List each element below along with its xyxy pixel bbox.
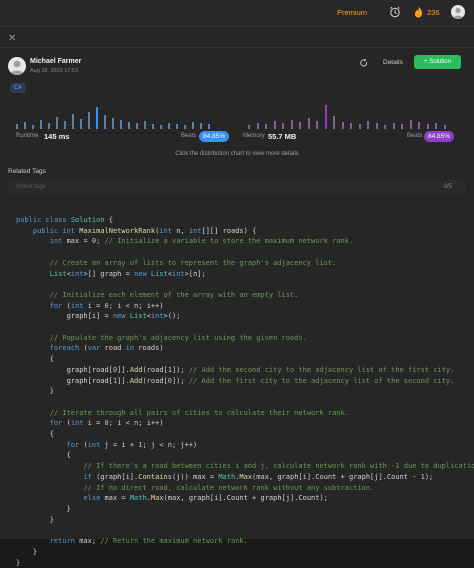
runtime-distribution-bar[interactable]: [168, 123, 170, 129]
tag-selector[interactable]: Select tags 0/5: [8, 180, 466, 194]
code-block: public class Solution { public int Maxim…: [16, 216, 474, 567]
memory-label: Memory: [243, 133, 265, 139]
memory-distribution-bar[interactable]: [401, 124, 403, 129]
memory-distribution-bar[interactable]: [299, 122, 301, 129]
memory-distribution-bar[interactable]: [358, 124, 361, 129]
memory-distribution-bar[interactable]: [273, 121, 276, 129]
runtime-distribution-bar[interactable]: [96, 107, 98, 129]
runtime-distribution-bar[interactable]: [192, 122, 194, 129]
runtime-distribution-bar[interactable]: [208, 124, 210, 129]
memory-distribution-bar[interactable]: [307, 118, 310, 129]
memory-distribution-bar[interactable]: [256, 123, 259, 129]
user-avatar[interactable]: [451, 5, 465, 19]
runtime-distribution-bar[interactable]: [64, 121, 66, 129]
runtime-beats-badge: 84.85%: [199, 131, 230, 142]
runtime-distribution-bar[interactable]: [88, 112, 90, 129]
distribution-chart[interactable]: [16, 105, 456, 129]
memory-distribution-bar[interactable]: [333, 116, 335, 129]
runtime-distribution-bar[interactable]: [128, 122, 130, 129]
runtime-distribution-bar[interactable]: [16, 124, 18, 129]
memory-distribution-bar[interactable]: [341, 122, 344, 129]
runtime-distribution-bar[interactable]: [32, 125, 34, 129]
runtime-distribution-bar[interactable]: [72, 114, 74, 129]
tag-count: 0/5: [443, 184, 452, 190]
solution-panel: ✕ Michael Farmer Aug 18, 2023 17:53 Deta…: [0, 27, 474, 567]
runtime-distribution-bar[interactable]: [160, 125, 162, 129]
memory-distribution-bar[interactable]: [282, 123, 284, 129]
alarm-clock-icon[interactable]: [389, 6, 401, 18]
runtime-distribution-bar[interactable]: [40, 120, 42, 129]
runtime-distribution-bar[interactable]: [80, 119, 82, 129]
runtime-distribution-bar[interactable]: [48, 123, 50, 129]
runtime-distribution-bar[interactable]: [24, 122, 26, 129]
memory-beats-badge: 84.85%: [424, 131, 455, 142]
share-icon[interactable]: [360, 59, 368, 67]
runtime-distribution-bar[interactable]: [144, 121, 146, 129]
memory-distribution-bar[interactable]: [426, 124, 429, 129]
runtime-distribution-bar[interactable]: [176, 124, 178, 129]
memory-distribution-bar[interactable]: [435, 123, 437, 129]
streak-count: 236: [427, 8, 440, 17]
runtime-distribution-bar[interactable]: [136, 123, 138, 129]
details-button[interactable]: Details: [383, 59, 403, 66]
runtime-distribution-bar[interactable]: [152, 124, 154, 129]
memory-value: 55.7 MB: [268, 132, 297, 141]
runtime-value: 145 ms: [44, 132, 70, 141]
memory-distribution-bar[interactable]: [384, 125, 386, 129]
distribution-hint: Click the distribution chart to view mor…: [175, 151, 299, 157]
runtime-beats-label: Beats: [181, 133, 197, 139]
header-divider: [0, 47, 474, 48]
memory-distribution-bar[interactable]: [375, 123, 378, 129]
runtime-distribution-bar[interactable]: [200, 123, 202, 129]
tag-placeholder: Select tags: [16, 184, 46, 190]
language-tag[interactable]: C#: [10, 83, 26, 93]
memory-distribution-bar[interactable]: [367, 121, 369, 129]
author-name[interactable]: Michael Farmer: [30, 58, 81, 65]
memory-distribution-bar[interactable]: [443, 125, 446, 129]
memory-distribution-bar[interactable]: [418, 122, 420, 129]
related-tags-title: Related Tags: [8, 168, 46, 175]
author-avatar[interactable]: [8, 57, 26, 75]
memory-distribution-bar[interactable]: [350, 123, 352, 129]
memory-distribution-bar[interactable]: [290, 120, 293, 129]
runtime-distribution-bar[interactable]: [184, 125, 186, 129]
close-icon[interactable]: ✕: [8, 33, 16, 44]
runtime-distribution-bar[interactable]: [120, 120, 122, 129]
runtime-distribution-bar[interactable]: [56, 117, 58, 129]
post-date: Aug 18, 2023 17:53: [30, 68, 79, 74]
fire-icon: [415, 6, 423, 18]
premium-link[interactable]: Premium: [337, 8, 367, 17]
memory-beats-label: Beats: [407, 133, 423, 139]
runtime-distribution-bar[interactable]: [112, 118, 114, 129]
memory-distribution-bar[interactable]: [248, 125, 250, 129]
memory-distribution-bar[interactable]: [265, 124, 267, 129]
memory-distribution-bar[interactable]: [324, 105, 327, 129]
runtime-label: Runtime: [16, 133, 39, 139]
memory-distribution-bar[interactable]: [316, 121, 318, 129]
top-bar: Premium 236: [0, 0, 474, 27]
memory-distribution-bar[interactable]: [392, 123, 395, 129]
add-solution-button[interactable]: + Solution: [414, 55, 461, 69]
memory-distribution-bar[interactable]: [409, 120, 412, 129]
runtime-distribution-bar[interactable]: [104, 115, 106, 129]
